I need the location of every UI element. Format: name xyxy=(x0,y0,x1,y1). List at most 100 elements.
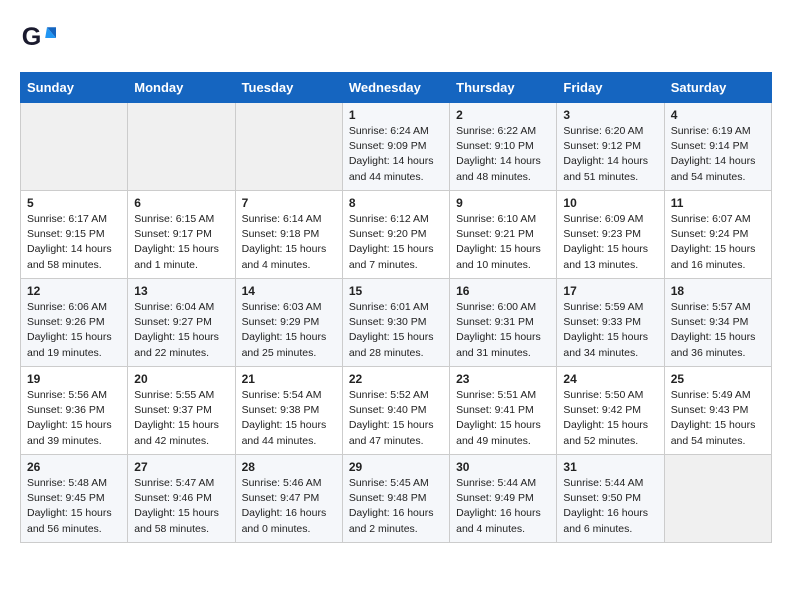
day-number: 27 xyxy=(134,460,228,474)
day-info: Sunrise: 5:47 AM Sunset: 9:46 PM Dayligh… xyxy=(134,476,228,537)
day-number: 18 xyxy=(671,284,765,298)
day-info: Sunrise: 5:44 AM Sunset: 9:50 PM Dayligh… xyxy=(563,476,657,537)
day-info: Sunrise: 6:15 AM Sunset: 9:17 PM Dayligh… xyxy=(134,212,228,273)
day-number: 23 xyxy=(456,372,550,386)
day-cell: 24Sunrise: 5:50 AM Sunset: 9:42 PM Dayli… xyxy=(557,367,664,455)
day-cell: 22Sunrise: 5:52 AM Sunset: 9:40 PM Dayli… xyxy=(342,367,449,455)
day-cell: 27 Sunrise: 5:47 AM Sunset: 9:46 PM Dayli… xyxy=(128,455,235,543)
header-cell-thursday: Thursday xyxy=(450,73,557,103)
week-row-4: 19 Sunrise: 5:56 AM Sunset: 9:36 PM Dayli… xyxy=(21,367,772,455)
day-info: Sunrise: 5:55 AM Sunset: 9:37 PM Dayligh… xyxy=(134,388,228,449)
day-number: 17 xyxy=(563,284,657,298)
day-info: Sunrise: 6:03 AM Sunset: 9:29 PM Dayligh… xyxy=(242,300,336,361)
day-cell: 26 Sunrise: 5:48 AM Sunset: 9:45 PM Dayli… xyxy=(21,455,128,543)
day-cell xyxy=(128,103,235,191)
day-number: 21 xyxy=(242,372,336,386)
day-cell: 4 Sunrise: 6:19 AM Sunset: 9:14 PM Daylig… xyxy=(664,103,771,191)
day-number: 29 xyxy=(349,460,443,474)
day-number: 26 xyxy=(27,460,121,474)
day-cell: 29Sunrise: 5:45 AM Sunset: 9:48 PM Dayli… xyxy=(342,455,449,543)
week-row-5: 26 Sunrise: 5:48 AM Sunset: 9:45 PM Dayli… xyxy=(21,455,772,543)
day-cell: 15 Sunrise: 6:01 AM Sunset: 9:30 PM Dayli… xyxy=(342,279,449,367)
day-cell: 19 Sunrise: 5:56 AM Sunset: 9:36 PM Dayli… xyxy=(21,367,128,455)
day-number: 24 xyxy=(563,372,657,386)
day-cell: 3 Sunrise: 6:20 AM Sunset: 9:12 PM Daylig… xyxy=(557,103,664,191)
day-info: Sunrise: 6:04 AM Sunset: 9:27 PM Dayligh… xyxy=(134,300,228,361)
header-cell-friday: Friday xyxy=(557,73,664,103)
day-cell: 2 Sunrise: 6:22 AM Sunset: 9:10 PM Daylig… xyxy=(450,103,557,191)
day-info: Sunrise: 6:09 AM Sunset: 9:23 PM Dayligh… xyxy=(563,212,657,273)
day-info: Sunrise: 5:48 AM Sunset: 9:45 PM Dayligh… xyxy=(27,476,121,537)
day-number: 11 xyxy=(671,196,765,210)
calendar-table: SundayMondayTuesdayWednesdayThursdayFrid… xyxy=(20,72,772,543)
day-number: 30 xyxy=(456,460,550,474)
day-cell: 23 Sunrise: 5:51 AM Sunset: 9:41 PM Dayli… xyxy=(450,367,557,455)
day-cell: 20 Sunrise: 5:55 AM Sunset: 9:37 PM Dayli… xyxy=(128,367,235,455)
day-info: Sunrise: 6:24 AM Sunset: 9:09 PM Dayligh… xyxy=(349,124,443,185)
header-row: SundayMondayTuesdayWednesdayThursdayFrid… xyxy=(21,73,772,103)
day-number: 14 xyxy=(242,284,336,298)
day-cell: 8Sunrise: 6:12 AM Sunset: 9:20 PM Daylig… xyxy=(342,191,449,279)
day-cell: 17Sunrise: 5:59 AM Sunset: 9:33 PM Dayli… xyxy=(557,279,664,367)
day-cell: 5 Sunrise: 6:17 AM Sunset: 9:15 PM Daylig… xyxy=(21,191,128,279)
day-number: 2 xyxy=(456,108,550,122)
day-number: 25 xyxy=(671,372,765,386)
day-info: Sunrise: 6:19 AM Sunset: 9:14 PM Dayligh… xyxy=(671,124,765,185)
day-cell: 11 Sunrise: 6:07 AM Sunset: 9:24 PM Dayli… xyxy=(664,191,771,279)
day-info: Sunrise: 5:54 AM Sunset: 9:38 PM Dayligh… xyxy=(242,388,336,449)
day-cell xyxy=(235,103,342,191)
day-number: 15 xyxy=(349,284,443,298)
day-cell: 7Sunrise: 6:14 AM Sunset: 9:18 PM Daylig… xyxy=(235,191,342,279)
day-info: Sunrise: 5:46 AM Sunset: 9:47 PM Dayligh… xyxy=(242,476,336,537)
day-info: Sunrise: 6:07 AM Sunset: 9:24 PM Dayligh… xyxy=(671,212,765,273)
day-cell: 31 Sunrise: 5:44 AM Sunset: 9:50 PM Dayli… xyxy=(557,455,664,543)
day-number: 7 xyxy=(242,196,336,210)
day-cell: 28Sunrise: 5:46 AM Sunset: 9:47 PM Dayli… xyxy=(235,455,342,543)
day-number: 20 xyxy=(134,372,228,386)
header-cell-wednesday: Wednesday xyxy=(342,73,449,103)
day-info: Sunrise: 5:52 AM Sunset: 9:40 PM Dayligh… xyxy=(349,388,443,449)
header-cell-sunday: Sunday xyxy=(21,73,128,103)
day-number: 31 xyxy=(563,460,657,474)
logo-icon: G xyxy=(20,20,56,56)
day-cell: 18Sunrise: 5:57 AM Sunset: 9:34 PM Dayli… xyxy=(664,279,771,367)
week-row-1: 1 Sunrise: 6:24 AM Sunset: 9:09 PM Daylig… xyxy=(21,103,772,191)
day-number: 10 xyxy=(563,196,657,210)
day-info: Sunrise: 6:17 AM Sunset: 9:15 PM Dayligh… xyxy=(27,212,121,273)
day-info: Sunrise: 5:56 AM Sunset: 9:36 PM Dayligh… xyxy=(27,388,121,449)
day-info: Sunrise: 6:12 AM Sunset: 9:20 PM Dayligh… xyxy=(349,212,443,273)
logo: G xyxy=(20,20,60,56)
day-number: 5 xyxy=(27,196,121,210)
calendar-header: SundayMondayTuesdayWednesdayThursdayFrid… xyxy=(21,73,772,103)
day-cell xyxy=(664,455,771,543)
day-number: 6 xyxy=(134,196,228,210)
day-cell: 9 Sunrise: 6:10 AM Sunset: 9:21 PM Daylig… xyxy=(450,191,557,279)
week-row-3: 12 Sunrise: 6:06 AM Sunset: 9:26 PM Dayli… xyxy=(21,279,772,367)
day-number: 12 xyxy=(27,284,121,298)
day-cell: 12 Sunrise: 6:06 AM Sunset: 9:26 PM Dayli… xyxy=(21,279,128,367)
day-cell: 14 Sunrise: 6:03 AM Sunset: 9:29 PM Dayli… xyxy=(235,279,342,367)
calendar-body: 1 Sunrise: 6:24 AM Sunset: 9:09 PM Daylig… xyxy=(21,103,772,543)
day-info: Sunrise: 5:51 AM Sunset: 9:41 PM Dayligh… xyxy=(456,388,550,449)
day-cell: 13 Sunrise: 6:04 AM Sunset: 9:27 PM Dayli… xyxy=(128,279,235,367)
day-info: Sunrise: 6:00 AM Sunset: 9:31 PM Dayligh… xyxy=(456,300,550,361)
header-cell-tuesday: Tuesday xyxy=(235,73,342,103)
day-cell: 1 Sunrise: 6:24 AM Sunset: 9:09 PM Daylig… xyxy=(342,103,449,191)
header-cell-saturday: Saturday xyxy=(664,73,771,103)
day-info: Sunrise: 6:06 AM Sunset: 9:26 PM Dayligh… xyxy=(27,300,121,361)
day-number: 3 xyxy=(563,108,657,122)
week-row-2: 5 Sunrise: 6:17 AM Sunset: 9:15 PM Daylig… xyxy=(21,191,772,279)
day-info: Sunrise: 6:22 AM Sunset: 9:10 PM Dayligh… xyxy=(456,124,550,185)
day-number: 16 xyxy=(456,284,550,298)
day-number: 19 xyxy=(27,372,121,386)
day-info: Sunrise: 6:20 AM Sunset: 9:12 PM Dayligh… xyxy=(563,124,657,185)
day-cell: 6 Sunrise: 6:15 AM Sunset: 9:17 PM Daylig… xyxy=(128,191,235,279)
day-number: 9 xyxy=(456,196,550,210)
day-info: Sunrise: 5:44 AM Sunset: 9:49 PM Dayligh… xyxy=(456,476,550,537)
day-number: 4 xyxy=(671,108,765,122)
day-number: 1 xyxy=(349,108,443,122)
day-info: Sunrise: 6:10 AM Sunset: 9:21 PM Dayligh… xyxy=(456,212,550,273)
day-number: 13 xyxy=(134,284,228,298)
day-info: Sunrise: 6:01 AM Sunset: 9:30 PM Dayligh… xyxy=(349,300,443,361)
day-cell: 21 Sunrise: 5:54 AM Sunset: 9:38 PM Dayli… xyxy=(235,367,342,455)
